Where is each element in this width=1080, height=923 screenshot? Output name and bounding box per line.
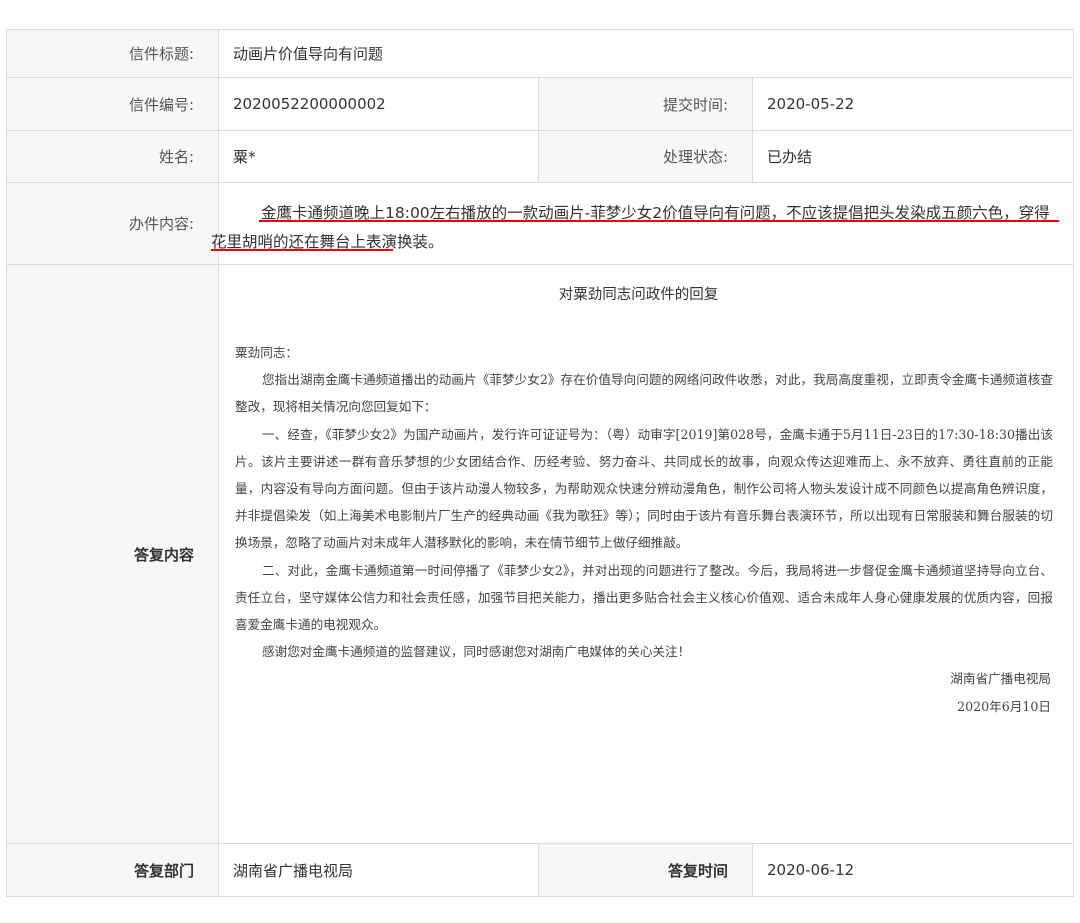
status-label: 处理状态:: [538, 130, 753, 183]
title-label: 信件标题:: [6, 29, 219, 78]
dept-row: 答复部门 湖南省广播电视局 答复时间 2020-06-12: [6, 843, 1075, 897]
highlight-underline-line2: [211, 249, 393, 251]
reply-title: 对粟劲同志问政件的回复: [558, 287, 719, 303]
reply-label: 答复内容: [6, 264, 219, 844]
reply-row: 答复内容 对粟劲同志问政件的回复 粟劲同志： 您指出湖南金鹰卡通频道播出的动画片…: [6, 264, 1075, 844]
reply-paragraph: 二、对此，金鹰卡通频道第一时间停播了《菲梦少女2》，并对出现的问题进行了整改。今…: [235, 562, 1053, 633]
signature-date: 2020年6月10日: [957, 698, 1051, 714]
reply-time-label: 答复时间: [538, 843, 753, 897]
reply-paragraph: 感谢您对金鹰卡通频道的监督建议，同时感谢您对湖南广电媒体的关心关注！: [262, 644, 691, 660]
number-row: 信件编号: 2020052200000002 提交时间: 2020-05-22: [6, 77, 1075, 131]
letter-table: 信件标题: 动画片价值导向有问题 信件编号: 2020052200000002 …: [6, 29, 1075, 897]
submit-time-value: 2020-05-22: [751, 77, 1075, 131]
letter-detail: 信件标题: 动画片价值导向有问题 信件编号: 2020052200000002 …: [6, 29, 1075, 897]
status-value: 已办结: [751, 130, 1075, 183]
dept-label: 答复部门: [6, 843, 219, 897]
reply-paragraph: 您指出湖南金鹰卡通频道播出的动画片《菲梦少女2》存在价值导向问题的网络问政件收悉…: [235, 372, 1053, 415]
content-cell: 金鹰卡通频道晚上18:00左右播放的一款动画片-菲梦少女2价值导向有问题，不应该…: [211, 182, 1075, 265]
content-row: 办件内容: 金鹰卡通频道晚上18:00左右播放的一款动画片-菲梦少女2价值导向有…: [6, 182, 1075, 265]
highlight-underline-line1: [259, 220, 1059, 222]
reply-paragraph: 一、经查，《菲梦少女2》为国产动画片，发行许可证证号为：（粤）动审字[2019]…: [235, 426, 1053, 551]
signature-org: 湖南省广播电视局: [950, 671, 1051, 687]
reply-salutation: 粟劲同志：: [235, 345, 298, 360]
reply-body: 粟劲同志： 您指出湖南金鹰卡通频道播出的动画片《菲梦少女2》存在价值导向问题的网…: [235, 339, 1053, 720]
submit-time-label: 提交时间:: [538, 77, 753, 131]
reply-cell: 对粟劲同志问政件的回复 粟劲同志： 您指出湖南金鹰卡通频道播出的动画片《菲梦少女…: [217, 264, 1075, 844]
dept-value: 湖南省广播电视局: [218, 843, 539, 897]
name-value: 粟*: [218, 130, 539, 183]
title-row: 信件标题: 动画片价值导向有问题: [6, 29, 1075, 78]
number-label: 信件编号:: [6, 77, 219, 131]
number-value: 2020052200000002: [218, 77, 539, 131]
name-label: 姓名:: [6, 130, 219, 183]
name-row: 姓名: 粟* 处理状态: 已办结: [6, 130, 1075, 183]
reply-time-value: 2020-06-12: [751, 843, 1075, 897]
title-value: 动画片价值导向有问题: [217, 29, 1075, 78]
content-label: 办件内容:: [6, 182, 219, 265]
